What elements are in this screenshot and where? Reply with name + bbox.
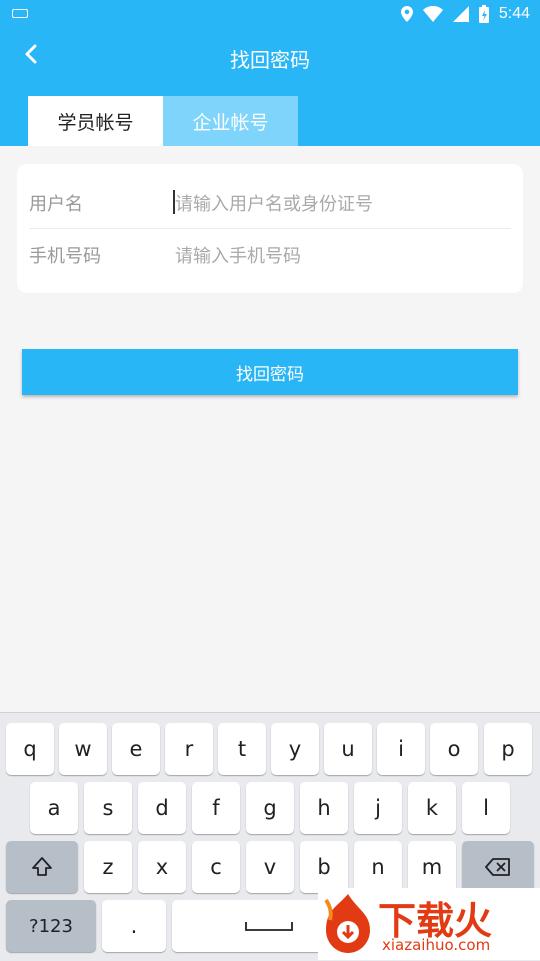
key-o[interactable]: o	[430, 723, 478, 775]
key-a[interactable]: a	[30, 782, 78, 834]
shift-arrow-icon	[32, 857, 52, 876]
key-b[interactable]: b	[300, 841, 348, 893]
key-m[interactable]: m	[408, 841, 456, 893]
symbols-key[interactable]: ?123	[6, 900, 96, 952]
key-v[interactable]: v	[246, 841, 294, 893]
location-icon	[400, 6, 413, 22]
battery-icon	[478, 5, 489, 23]
tab-enterprise-account[interactable]: 企业帐号	[163, 96, 298, 146]
key-r[interactable]: r	[165, 723, 213, 775]
watermark-logo: 下载火 xiazaihuo.com	[318, 888, 540, 960]
page-title: 找回密码	[230, 48, 310, 72]
key-d[interactable]: d	[138, 782, 186, 834]
backspace-key[interactable]	[462, 841, 534, 893]
wifi-icon	[422, 6, 443, 22]
key-s[interactable]: s	[84, 782, 132, 834]
watermark-url: xiazaihuo.com	[382, 936, 491, 954]
keyboard-indicator-icon	[12, 9, 28, 18]
tab-student-account[interactable]: 学员帐号	[28, 96, 163, 146]
key-w[interactable]: w	[59, 723, 107, 775]
backspace-icon	[485, 858, 510, 876]
key-y[interactable]: y	[271, 723, 319, 775]
key-q[interactable]: q	[6, 723, 54, 775]
shift-key[interactable]	[6, 841, 78, 893]
key-j[interactable]: j	[354, 782, 402, 834]
key-h[interactable]: h	[300, 782, 348, 834]
key-n[interactable]: n	[354, 841, 402, 893]
key-u[interactable]: u	[324, 723, 372, 775]
key-e[interactable]: e	[112, 723, 160, 775]
key-c[interactable]: c	[192, 841, 240, 893]
status-time: 5:44	[498, 5, 530, 22]
key-l[interactable]: l	[462, 782, 510, 834]
retrieve-password-button[interactable]: 找回密码	[22, 349, 518, 395]
phone-input[interactable]: 请输入手机号码	[175, 242, 301, 268]
phone-label: 手机号码	[29, 246, 101, 267]
key-x[interactable]: x	[138, 841, 186, 893]
status-bar: 5:44	[0, 0, 540, 28]
phone-row: 手机号码 请输入手机号码	[17, 228, 523, 280]
spacebar-icon	[245, 922, 293, 931]
key-p[interactable]: p	[484, 723, 532, 775]
signal-icon	[452, 6, 469, 22]
period-key[interactable]: .	[102, 900, 166, 952]
key-t[interactable]: t	[218, 723, 266, 775]
key-i[interactable]: i	[377, 723, 425, 775]
flame-logo-icon	[324, 894, 370, 953]
username-input[interactable]: 请输入用户名或身份证号	[175, 190, 373, 216]
key-f[interactable]: f	[192, 782, 240, 834]
key-z[interactable]: z	[84, 841, 132, 893]
username-row: 用户名 请输入用户名或身份证号	[17, 176, 523, 228]
key-g[interactable]: g	[246, 782, 294, 834]
key-k[interactable]: k	[408, 782, 456, 834]
form-card: 用户名 请输入用户名或身份证号 手机号码 请输入手机号码	[17, 164, 523, 293]
username-label: 用户名	[29, 194, 83, 215]
